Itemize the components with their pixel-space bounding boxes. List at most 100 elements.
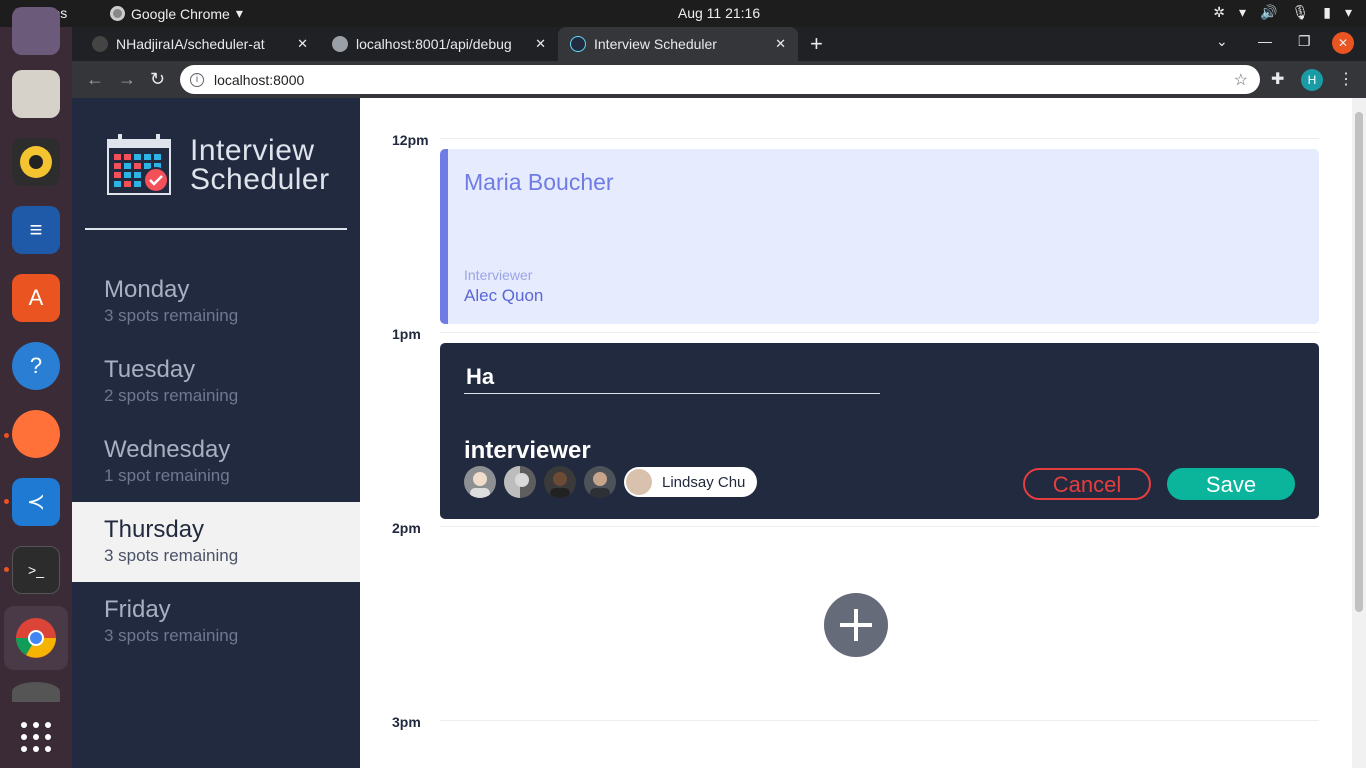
extensions-icon[interactable]: ✚ [1271, 69, 1284, 89]
interviewer-avatar[interactable] [464, 466, 496, 498]
menu-icon[interactable]: ⋮ [1338, 69, 1354, 89]
time-separator [440, 138, 1319, 139]
rhythmbox-disc-icon [20, 146, 52, 178]
tab-label: NHadjiraIA/scheduler-at [116, 36, 265, 52]
new-tab-button[interactable]: + [810, 31, 823, 57]
close-icon[interactable]: ✕ [775, 36, 786, 52]
power-menu-icon[interactable]: ▾ [1345, 4, 1352, 21]
student-name: Maria Boucher [464, 169, 614, 195]
interviewer-heading: interviewer [464, 437, 591, 464]
tab-interview-scheduler[interactable]: Interview Scheduler ✕ [558, 27, 798, 61]
day-name: Tuesday [104, 356, 196, 383]
firefox-icon[interactable] [12, 410, 60, 458]
time-separator [440, 332, 1319, 333]
avatar-icon [626, 469, 652, 495]
day-name: Thursday [104, 516, 205, 543]
address-bar[interactable]: i localhost:8000 ☆ [180, 65, 1260, 94]
battery-icon[interactable]: ▮ [1323, 4, 1331, 21]
tab-label: Interview Scheduler [594, 36, 717, 52]
thunderbird-icon[interactable] [12, 7, 60, 55]
time-label: 12pm [392, 132, 429, 148]
time-separator [440, 720, 1319, 721]
close-icon[interactable]: ✕ [297, 36, 308, 52]
interviewer-label: Interviewer [464, 267, 533, 283]
close-window-button[interactable]: ✕ [1332, 32, 1354, 54]
interviewer-avatar[interactable] [584, 466, 616, 498]
rhythmbox-icon[interactable] [12, 138, 60, 186]
files-icon[interactable] [12, 70, 60, 118]
chrome-logo-icon [16, 618, 56, 658]
tab-github[interactable]: NHadjiraIA/scheduler-at ✕ [80, 27, 320, 61]
add-appointment-button[interactable] [824, 593, 888, 657]
vscode-icon[interactable]: ≺ [12, 478, 60, 526]
sidebar: Interview Scheduler Monday 3 spots remai… [72, 98, 360, 768]
chrome-dock-icon[interactable] [4, 606, 68, 670]
wifi-icon[interactable]: ▾ [1239, 4, 1246, 21]
brand-line-1: Interview [190, 134, 315, 167]
day-spots: 3 spots remaining [104, 306, 239, 325]
day-name: Friday [104, 596, 171, 623]
day-spots: 3 spots remaining [104, 546, 239, 565]
interviewer-avatar[interactable] [504, 466, 536, 498]
appointment-form: interviewer Lindsay Chu Cancel Save [440, 343, 1319, 519]
avatar-icon [544, 466, 576, 498]
day-spots: 1 spot remaining [104, 466, 230, 485]
time-label: 2pm [392, 520, 421, 536]
avatar-icon [504, 466, 536, 498]
show-applications-icon[interactable] [12, 713, 60, 761]
grid-icon [21, 722, 51, 752]
day-item-friday[interactable]: Friday 3 spots remaining [72, 582, 360, 662]
info-icon[interactable]: i [190, 72, 204, 87]
system-tray[interactable]: ✲ ▾ 🔊 🎙 ▮ ▾ [1213, 4, 1352, 21]
time-separator [440, 526, 1319, 527]
scrollbar-thumb[interactable] [1355, 112, 1363, 612]
brand-title: Interview Scheduler [190, 134, 330, 196]
interviewer-name: Alec Quon [464, 286, 544, 305]
student-name-input[interactable] [464, 361, 880, 394]
volume-icon[interactable]: 🔊 [1260, 4, 1277, 21]
help-icon[interactable]: ? [12, 342, 60, 390]
minimize-button[interactable]: — [1258, 33, 1272, 49]
terminal-icon[interactable]: >_ [12, 546, 60, 594]
tab-search-icon[interactable]: ⌄ [1216, 33, 1228, 50]
microphone-icon[interactable]: 🎙 [1291, 4, 1309, 21]
day-name: Wednesday [104, 436, 231, 463]
day-item-monday[interactable]: Monday 3 spots remaining [72, 262, 360, 342]
running-indicator [4, 567, 9, 572]
day-item-wednesday[interactable]: Wednesday 1 spot remaining [72, 422, 360, 502]
interviewer-avatar[interactable] [544, 466, 576, 498]
system-top-bar: Activities Google Chrome ▾ Aug 11 21:16 … [0, 0, 1366, 27]
avatar-icon [584, 466, 616, 498]
running-indicator [4, 433, 9, 438]
trash-icon[interactable] [12, 682, 60, 702]
day-item-thursday[interactable]: Thursday 3 spots remaining [72, 502, 360, 582]
day-item-tuesday[interactable]: Tuesday 2 spots remaining [72, 342, 360, 422]
tab-strip: NHadjiraIA/scheduler-at ✕ localhost:8001… [72, 27, 1366, 61]
selected-interviewer-name: Lindsay Chu [662, 473, 746, 491]
sidebar-divider [85, 228, 347, 230]
interviewer-selected[interactable]: Lindsay Chu [624, 467, 758, 497]
maximize-button[interactable]: ❐ [1298, 33, 1311, 50]
time-label: 3pm [392, 714, 421, 730]
forward-button[interactable]: → [118, 69, 136, 90]
clock[interactable]: Aug 11 21:16 [0, 5, 1366, 21]
cancel-button[interactable]: Cancel [1023, 468, 1151, 500]
software-center-icon[interactable]: A [12, 274, 60, 322]
slack-icon[interactable]: ✲ [1213, 4, 1225, 21]
save-button[interactable]: Save [1167, 468, 1295, 500]
profile-avatar[interactable]: H [1301, 69, 1323, 91]
libreoffice-writer-icon[interactable]: ≡ [12, 206, 60, 254]
reload-button[interactable]: ↻ [150, 69, 165, 90]
scrollbar[interactable] [1352, 98, 1366, 768]
day-name: Monday [104, 276, 190, 303]
calendar-logo-icon [107, 134, 171, 195]
back-button[interactable]: ← [86, 69, 104, 90]
url-text: localhost:8000 [214, 71, 305, 88]
tab-api-debug[interactable]: localhost:8001/api/debug ✕ [320, 27, 558, 61]
close-icon[interactable]: ✕ [535, 36, 546, 52]
bookmark-star-icon[interactable]: ☆ [1234, 70, 1248, 90]
brand-line-2: Scheduler [190, 163, 330, 196]
appointment-booked[interactable]: Maria Boucher Interviewer Alec Quon [440, 149, 1319, 324]
day-spots: 3 spots remaining [104, 626, 239, 645]
browser-toolbar: ← → ↻ i localhost:8000 ☆ ✚ H ⋮ [72, 61, 1366, 98]
